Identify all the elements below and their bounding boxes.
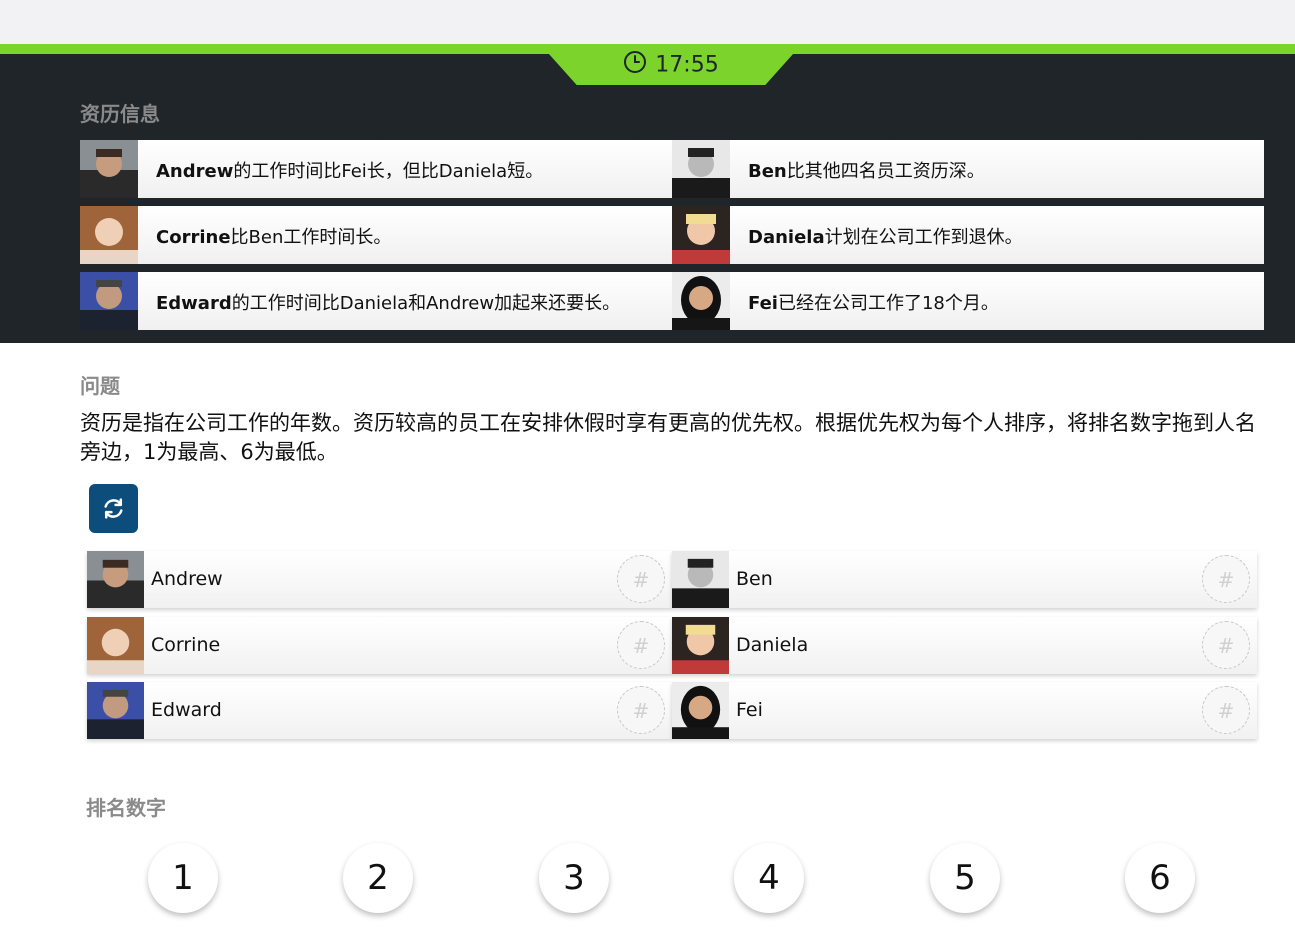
timer-value: 17:55 [655, 52, 719, 78]
fact-name: Corrine [156, 227, 231, 248]
rank-drop-slot[interactable]: # [617, 621, 665, 669]
fact-name: Edward [156, 293, 232, 314]
andrew-photo [80, 140, 138, 198]
clock-icon [623, 50, 647, 80]
corrine-photo [87, 617, 144, 674]
person-row-andrew: Andrew # [87, 551, 672, 608]
person-name: Daniela [736, 634, 809, 656]
fact-ben: Ben比其他四名员工资历深。 [672, 140, 1264, 198]
person-row-corrine: Corrine # [87, 617, 672, 674]
fact-text: 比其他四名员工资历深。 [786, 161, 985, 182]
edward-photo [87, 682, 144, 739]
rank-drop-slot[interactable]: # [1202, 621, 1250, 669]
person-name: Fei [736, 699, 763, 721]
timer-tab: 17:55 [540, 44, 802, 85]
fact-text: 比Ben工作时间长。 [230, 227, 392, 248]
ben-photo [672, 140, 730, 198]
refresh-button[interactable] [89, 484, 138, 533]
person-name: Ben [736, 568, 773, 590]
rank-drop-slot[interactable]: # [1202, 686, 1250, 734]
rank-chip-3[interactable]: 3 [539, 843, 609, 913]
person-name: Corrine [151, 634, 221, 656]
fact-text: 的工作时间比Fei长，但比Daniela短。 [233, 161, 544, 182]
fact-name: Daniela [748, 227, 825, 248]
person-row-edward: Edward # [87, 682, 672, 739]
fact-andrew: Andrew的工作时间比Fei长，但比Daniela短。 [80, 140, 672, 198]
rank-drop-slot[interactable]: # [1202, 555, 1250, 603]
fact-edward: Edward的工作时间比Daniela和Andrew加起来还要长。 [80, 272, 672, 330]
question-text: 资历是指在公司工作的年数。资历较高的员工在安排休假时享有更高的优先权。根据优先权… [80, 411, 1256, 464]
fact-daniela: Daniela计划在公司工作到退休。 [672, 206, 1264, 264]
fact-name: Andrew [156, 161, 234, 182]
fact-text: 的工作时间比Daniela和Andrew加起来还要长。 [231, 293, 621, 314]
fact-text: 计划在公司工作到退休。 [824, 227, 1023, 248]
fei-photo [672, 272, 730, 330]
daniela-photo [672, 206, 730, 264]
corrine-photo [80, 206, 138, 264]
rank-drop-slot[interactable]: # [617, 686, 665, 734]
fact-fei: Fei已经在公司工作了18个月。 [672, 272, 1264, 330]
rank-chip-5[interactable]: 5 [930, 843, 1000, 913]
refresh-icon [104, 498, 123, 519]
rank-chip-1[interactable]: 1 [148, 843, 218, 913]
rank-chip-2[interactable]: 2 [343, 843, 413, 913]
top-bar [0, 0, 1295, 44]
person-row-ben: Ben # [672, 551, 1257, 608]
fact-name: Ben [748, 161, 787, 182]
ben-photo [672, 551, 729, 608]
daniela-photo [672, 617, 729, 674]
question-title: 问题 [80, 374, 120, 398]
fact-name: Fei [748, 293, 778, 314]
fei-photo [672, 682, 729, 739]
andrew-photo [87, 551, 144, 608]
person-name: Andrew [151, 568, 223, 590]
rank-chip-6[interactable]: 6 [1125, 843, 1195, 913]
fact-corrine: Corrine比Ben工作时间长。 [80, 206, 672, 264]
person-row-daniela: Daniela # [672, 617, 1257, 674]
person-row-fei: Fei # [672, 682, 1257, 739]
edward-photo [80, 272, 138, 330]
rank-chip-4[interactable]: 4 [734, 843, 804, 913]
person-name: Edward [151, 699, 222, 721]
seniority-title: 资历信息 [80, 102, 160, 126]
rank-drop-slot[interactable]: # [617, 555, 665, 603]
fact-text: 已经在公司工作了18个月。 [777, 293, 999, 314]
ranking-title: 排名数字 [86, 796, 166, 820]
